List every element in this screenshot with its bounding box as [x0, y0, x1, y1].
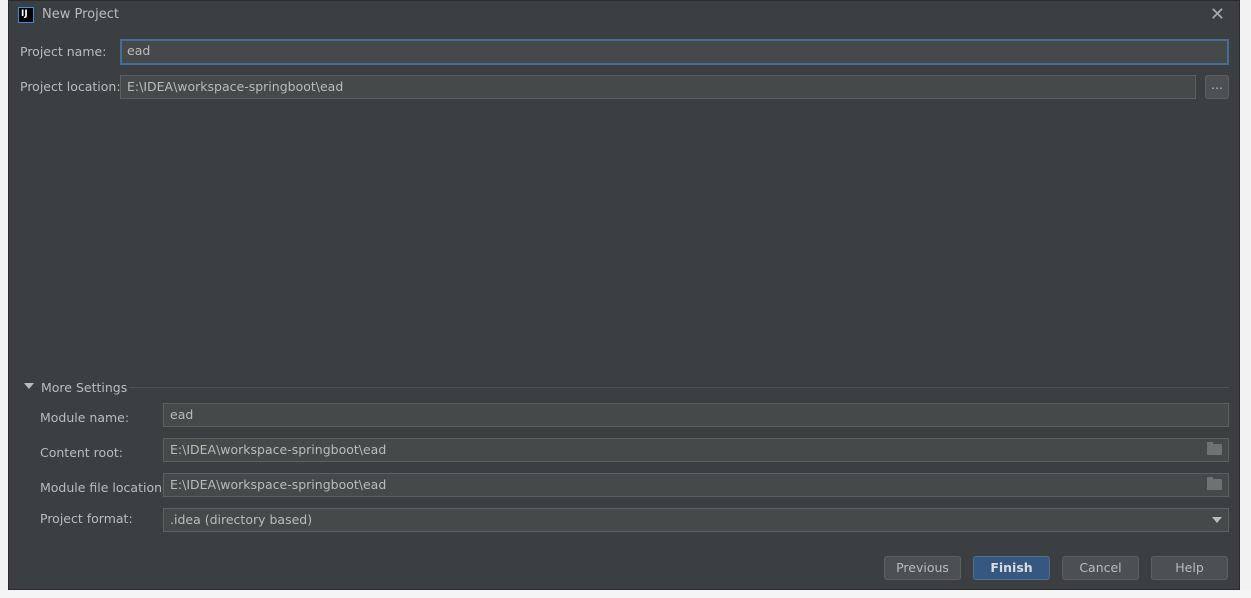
finish-button[interactable]: Finish: [973, 556, 1050, 580]
module-file-location-input[interactable]: E:\IDEA\workspace-springboot\ead: [163, 473, 1229, 497]
folder-icon[interactable]: [1207, 442, 1222, 455]
content-root-value: E:\IDEA\workspace-springboot\ead: [170, 442, 387, 457]
background-window: [0, 0, 8, 598]
intellij-logo-icon: IJ: [18, 7, 34, 23]
module-file-location-value: E:\IDEA\workspace-springboot\ead: [170, 477, 387, 492]
more-settings-toggle[interactable]: More Settings: [41, 380, 127, 395]
project-location-input[interactable]: E:\IDEA\workspace-springboot\ead: [120, 75, 1196, 99]
previous-button[interactable]: Previous: [884, 556, 961, 580]
project-format-value: .idea (directory based): [170, 512, 313, 527]
new-project-dialog: IJ New Project ✕ Project name: ead Proje…: [8, 0, 1240, 590]
chevron-down-icon: [1212, 517, 1222, 523]
cancel-button[interactable]: Cancel: [1062, 556, 1139, 580]
project-location-label: Project location:: [20, 79, 121, 94]
content-root-label: Content root:: [40, 445, 123, 460]
background-window-bottom: [0, 590, 1251, 598]
help-button[interactable]: Help: [1151, 556, 1228, 580]
title-bar: IJ New Project ✕: [9, 1, 1239, 31]
dialog-title: New Project: [42, 7, 119, 22]
module-name-input[interactable]: ead: [163, 403, 1229, 427]
separator: [129, 387, 1229, 388]
module-name-label: Module name:: [40, 410, 130, 425]
project-name-label: Project name:: [20, 44, 107, 59]
module-file-location-label: Module file location:: [40, 480, 167, 495]
project-format-select[interactable]: .idea (directory based): [163, 508, 1229, 532]
project-name-input[interactable]: ead: [120, 39, 1229, 65]
folder-icon[interactable]: [1207, 477, 1222, 490]
browse-button[interactable]: ...: [1205, 75, 1229, 99]
background-window-right: [1240, 0, 1251, 598]
collapse-triangle-icon[interactable]: [24, 383, 34, 389]
close-icon[interactable]: ✕: [1210, 4, 1225, 25]
project-format-label: Project format:: [40, 511, 133, 526]
content-root-input[interactable]: E:\IDEA\workspace-springboot\ead: [163, 438, 1229, 462]
